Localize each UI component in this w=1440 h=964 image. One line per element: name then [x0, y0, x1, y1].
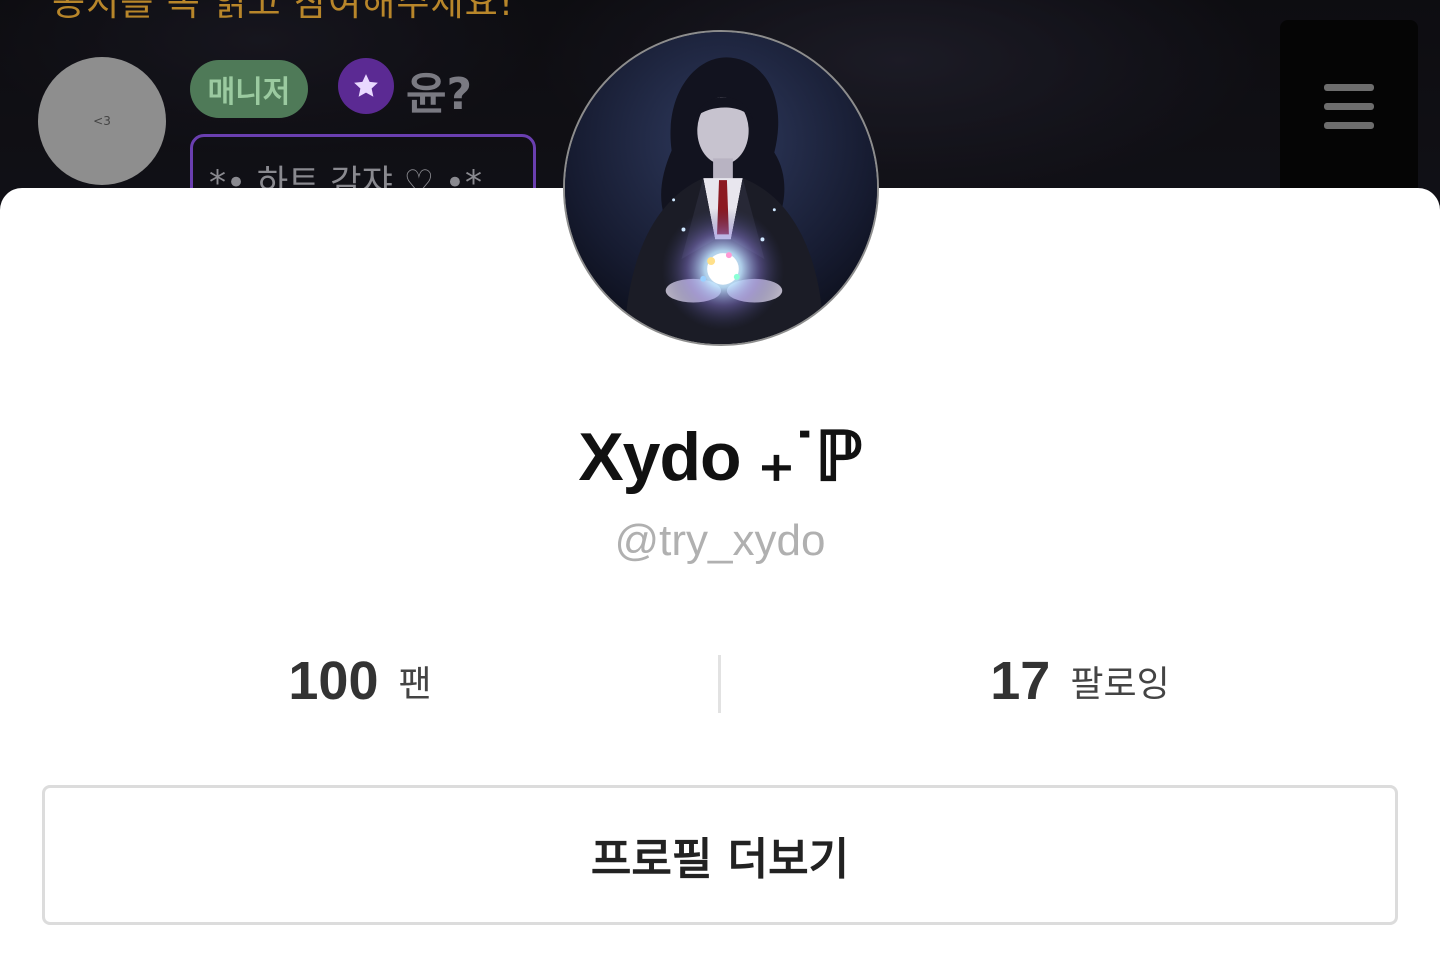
chat-notice: 공지를 꼭 읽고 참여해주세요!: [52, 0, 515, 24]
profile-avatar[interactable]: [563, 30, 879, 346]
following-count: 17: [990, 651, 1051, 711]
stats-divider: [718, 655, 721, 713]
following-stat[interactable]: 17 팔로잉: [720, 650, 1440, 712]
following-label: 팔로잉: [1070, 664, 1170, 705]
profile-avatar-image: [565, 32, 877, 344]
star-badge: [338, 58, 394, 114]
profile-handle: @try_xydo: [614, 516, 826, 565]
manager-role-badge: 매니저: [190, 60, 308, 118]
view-profile-button[interactable]: 프로필 더보기: [42, 785, 1398, 925]
fans-stat[interactable]: 100 팬: [0, 650, 720, 712]
star-icon: [354, 74, 378, 97]
fans-label: 팬: [398, 664, 432, 705]
profile-name: Xydo ₊˙ℙ: [578, 419, 862, 495]
chat-user-name: 윤?: [406, 69, 473, 120]
fans-count: 100: [288, 651, 379, 711]
menu-button[interactable]: [1280, 20, 1418, 210]
profile-screen: 공지를 꼭 읽고 참여해주세요! <3 매니저 윤? *• 하트 감쟈 ♡ •*: [0, 0, 1440, 964]
chat-user-avatar: <3: [38, 57, 166, 185]
